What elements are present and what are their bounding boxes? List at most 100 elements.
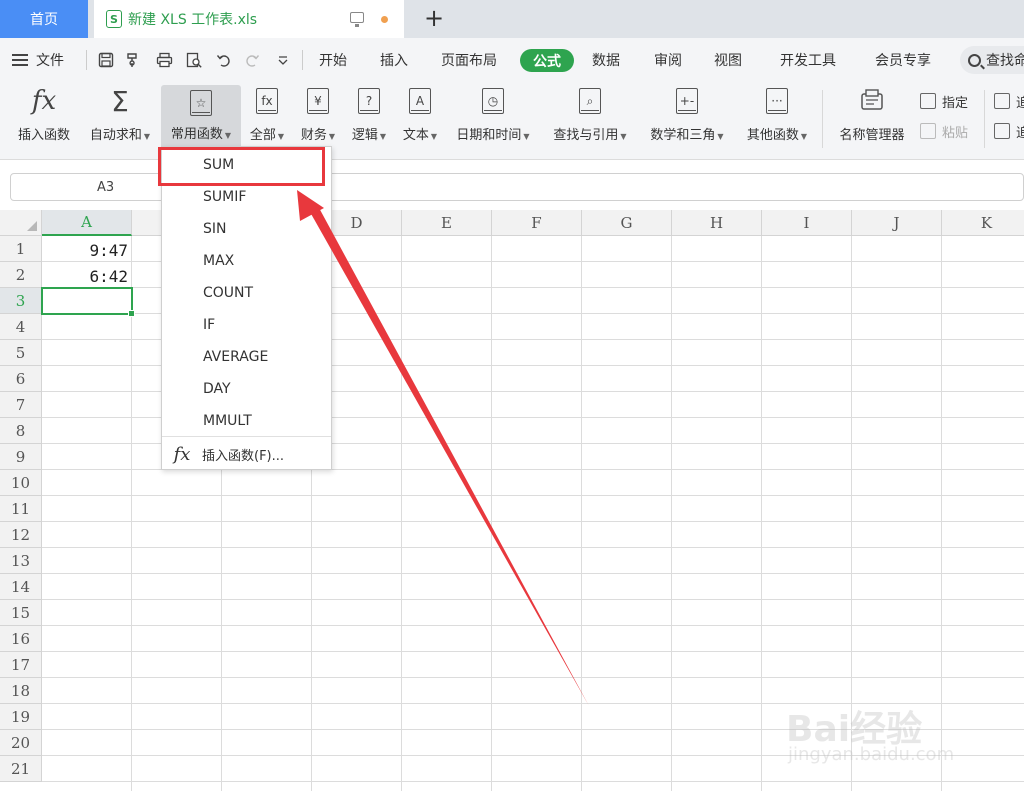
select-all-corner[interactable] <box>0 210 42 236</box>
menu-formulas[interactable]: 公式 <box>520 49 574 72</box>
dropdown-item-if[interactable]: IF <box>162 309 331 341</box>
menu-developer[interactable]: 开发工具 <box>780 50 836 70</box>
lookup-functions-label: 查找与引用 <box>553 128 619 143</box>
row-header-15[interactable]: 15 <box>0 600 42 626</box>
row-header-10[interactable]: 10 <box>0 470 42 496</box>
chevron-down-icon: ▼ <box>379 132 387 141</box>
active-cell-a3[interactable] <box>41 287 135 317</box>
menu-bar: 文件 开始 插入 页面布局 公式 数据 审阅 视图 开发工具 会员专享 查找命 <box>0 38 1024 82</box>
chevron-down-icon: ▼ <box>717 132 724 141</box>
row-header-18[interactable]: 18 <box>0 678 42 704</box>
dropdown-item-mmult[interactable]: MMULT <box>162 405 331 437</box>
trace-precedents-button[interactable]: 追 <box>994 91 1024 111</box>
math-functions-button[interactable]: +- 数学和三角 ▼ <box>644 86 730 148</box>
spreadsheet-icon: S <box>106 10 122 28</box>
row-header-3[interactable]: 3 <box>0 288 42 314</box>
row-header-11[interactable]: 11 <box>0 496 42 522</box>
all-functions-icon: fx <box>256 88 278 114</box>
trace-dependents-button[interactable]: 追 <box>994 121 1024 141</box>
fx-icon: fx <box>31 86 57 116</box>
assign-icon <box>920 93 936 109</box>
row-header-19[interactable]: 19 <box>0 704 42 730</box>
home-tab[interactable]: 首页 <box>0 0 88 38</box>
column-header-j[interactable]: J <box>852 210 942 236</box>
new-tab-button[interactable]: + <box>420 4 448 32</box>
row-header-7[interactable]: 7 <box>0 392 42 418</box>
dropdown-item-day[interactable]: DAY <box>162 373 331 405</box>
row-header-14[interactable]: 14 <box>0 574 42 600</box>
menu-view[interactable]: 视图 <box>714 50 742 70</box>
file-menu[interactable]: 文件 <box>12 48 64 72</box>
cell-a1[interactable]: 9:47 <box>42 241 128 260</box>
name-manager-button[interactable]: 名称管理器 <box>834 86 910 148</box>
undo-icon[interactable] <box>215 51 233 69</box>
row-header-20[interactable]: 20 <box>0 730 42 756</box>
column-header-i[interactable]: I <box>762 210 852 236</box>
row-header-13[interactable]: 13 <box>0 548 42 574</box>
print-icon[interactable] <box>155 51 173 69</box>
common-functions-dropdown: SUM SUMIF SIN MAX COUNT IF AVERAGE DAY MMULT fx … <box>161 146 332 470</box>
column-header-f[interactable]: F <box>492 210 582 236</box>
paste-name-button[interactable]: 粘贴 <box>920 121 968 141</box>
row-header-2[interactable]: 2 <box>0 262 42 288</box>
dropdown-item-average[interactable]: AVERAGE <box>162 341 331 373</box>
row-header-5[interactable]: 5 <box>0 340 42 366</box>
document-tab-title: 新建 XLS 工作表.xls <box>128 12 258 28</box>
column-header-h[interactable]: H <box>672 210 762 236</box>
row-header-9[interactable]: 9 <box>0 444 42 470</box>
lookup-functions-button[interactable]: ⌕ 查找与引用 ▼ <box>547 86 633 148</box>
row-header-12[interactable]: 12 <box>0 522 42 548</box>
trace-precedents-label: 追 <box>1016 95 1024 111</box>
row-header-21[interactable]: 21 <box>0 756 42 782</box>
autosum-button[interactable]: Σ 自动求和 ▼ <box>84 85 156 148</box>
name-box-value: A3 <box>97 180 115 195</box>
clock-icon: ◷ <box>482 88 504 114</box>
row-header-8[interactable]: 8 <box>0 418 42 444</box>
column-header-g[interactable]: G <box>582 210 672 236</box>
row-header-17[interactable]: 17 <box>0 652 42 678</box>
column-header-e[interactable]: E <box>402 210 492 236</box>
text-functions-button[interactable]: A 文本 ▼ <box>399 86 441 148</box>
print-preview-icon[interactable] <box>185 51 203 69</box>
cell-a2[interactable]: 6:42 <box>42 267 128 286</box>
save-icon[interactable] <box>97 51 115 69</box>
all-functions-label: 全部 <box>249 128 276 143</box>
divider <box>822 90 823 148</box>
monitor-icon[interactable] <box>350 12 364 27</box>
other-functions-button[interactable]: ··· 其他函数 ▼ <box>741 86 813 148</box>
menu-page-layout[interactable]: 页面布局 <box>441 50 497 70</box>
document-tab[interactable]: S 新建 XLS 工作表.xls <box>94 0 404 38</box>
insert-function-button[interactable]: fx 插入函数 <box>14 86 74 148</box>
menu-review[interactable]: 审阅 <box>654 50 682 70</box>
redo-icon[interactable] <box>243 51 261 69</box>
all-functions-button[interactable]: fx 全部 ▼ <box>246 86 288 148</box>
question-icon: ? <box>358 88 380 114</box>
column-header-a[interactable]: A <box>42 210 132 236</box>
other-functions-label: 其他函数 <box>746 128 799 143</box>
letter-a-icon: A <box>409 88 431 114</box>
common-functions-button[interactable]: ☆ 常用函数 ▼ <box>161 85 241 149</box>
search-box[interactable]: 查找命 <box>960 46 1024 74</box>
menu-insert[interactable]: 插入 <box>380 50 408 70</box>
column-header-k[interactable]: K <box>942 210 1024 236</box>
row-header-16[interactable]: 16 <box>0 626 42 652</box>
dropdown-item-sin[interactable]: SIN <box>162 213 331 245</box>
row-header-4[interactable]: 4 <box>0 314 42 340</box>
format-painter-icon[interactable] <box>124 51 142 69</box>
assign-name-button[interactable]: 指定 <box>920 91 968 111</box>
menu-member[interactable]: 会员专享 <box>875 50 931 70</box>
finance-functions-button[interactable]: ¥ 财务 ▼ <box>297 86 339 148</box>
dropdown-insert-function[interactable]: fx 插入函数(F)... <box>162 439 331 469</box>
dropdown-item-max[interactable]: MAX <box>162 245 331 277</box>
menu-start[interactable]: 开始 <box>319 50 347 70</box>
menu-data[interactable]: 数据 <box>592 50 620 70</box>
paste-label: 粘贴 <box>942 125 969 141</box>
datetime-functions-button[interactable]: ◷ 日期和时间 ▼ <box>450 86 536 148</box>
row-header-6[interactable]: 6 <box>0 366 42 392</box>
row-header-1[interactable]: 1 <box>0 236 42 262</box>
dropdown-insert-function-label: 插入函数(F)... <box>202 448 285 464</box>
customize-toolbar-icon[interactable] <box>274 51 292 69</box>
dropdown-item-count[interactable]: COUNT <box>162 277 331 309</box>
magnifier-icon: ⌕ <box>579 88 601 114</box>
logic-functions-button[interactable]: ? 逻辑 ▼ <box>348 86 390 148</box>
